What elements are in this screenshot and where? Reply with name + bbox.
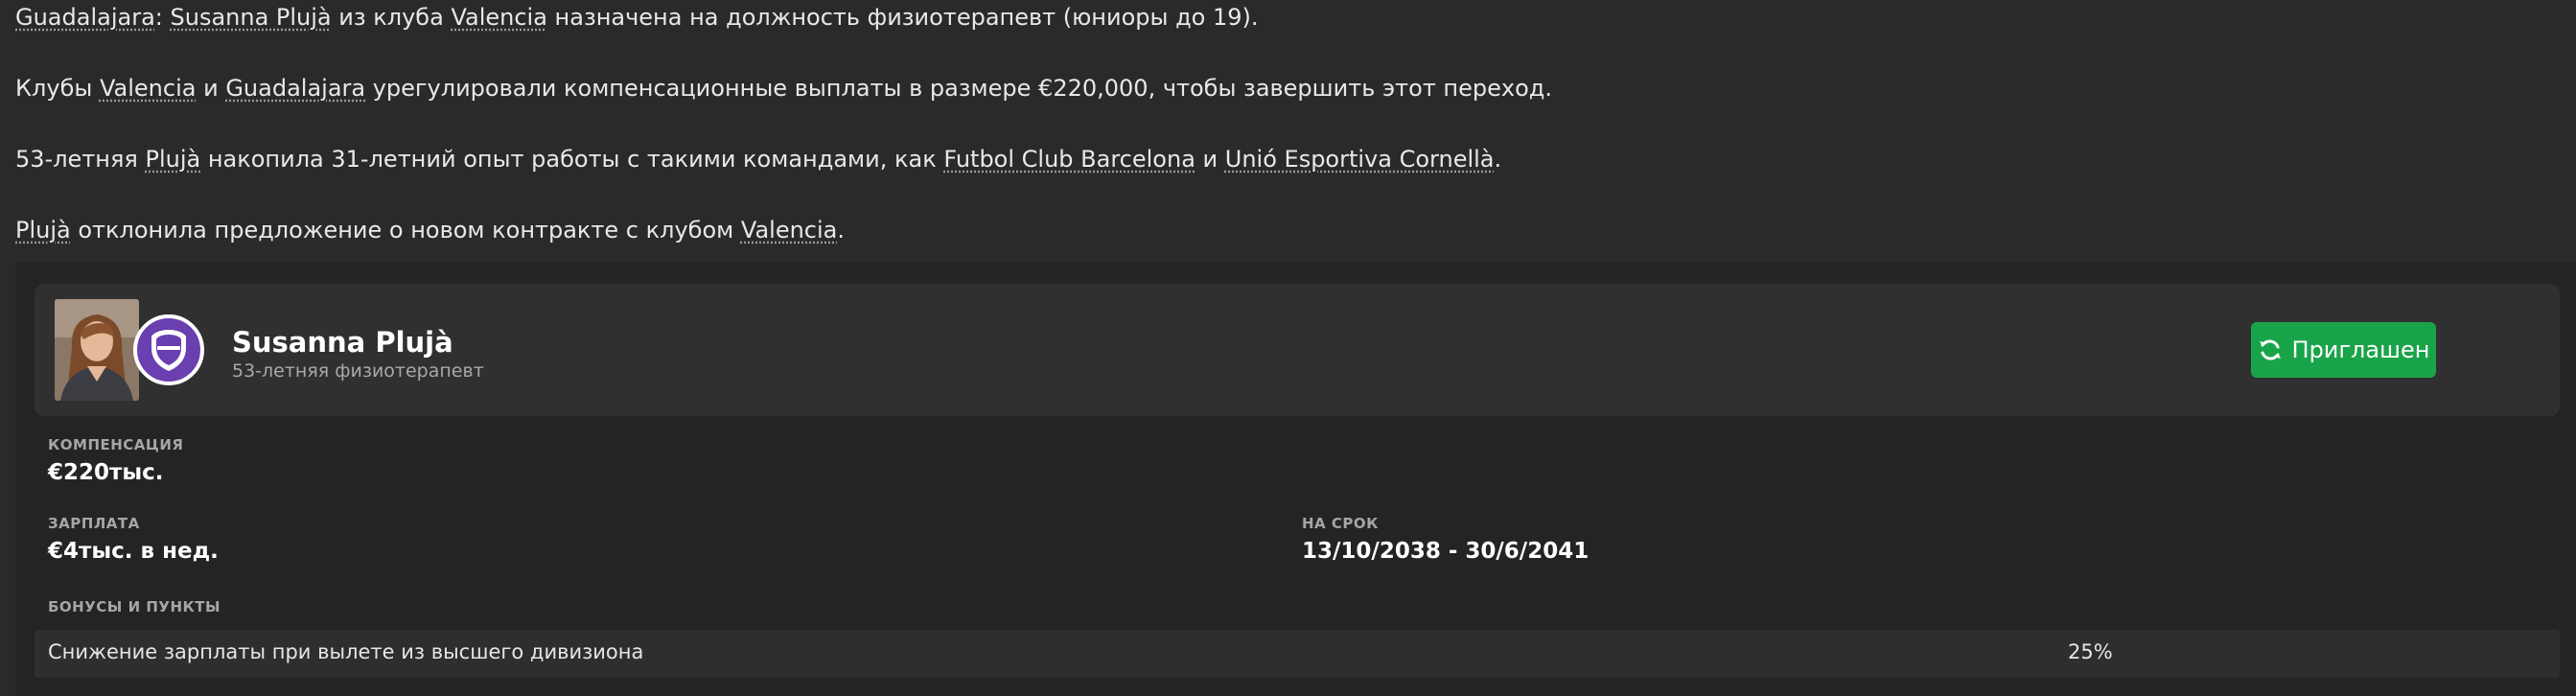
compensation-label: КОМПЕНСАЦИЯ [48, 436, 184, 453]
bonus-row: Снижение зарплаты при вылете из высшего … [35, 630, 2560, 678]
text: урегулировали компенсационные выплаты в … [365, 75, 1552, 102]
text: . [837, 217, 846, 244]
bonus-label: Снижение зарплаты при вылете из высшего … [48, 640, 644, 663]
news-line-compensation: Клубы Valencia и Guadalajara урегулирова… [15, 73, 1552, 104]
club-link-valencia[interactable]: Valencia [741, 217, 837, 244]
text: из клуба [331, 4, 452, 31]
text: и [1195, 146, 1225, 173]
text: и [196, 75, 226, 102]
club-link-guadalajara[interactable]: Guadalajara [225, 75, 365, 102]
term-label: НА СРОК [1302, 515, 1379, 532]
person-link-pluja[interactable]: Plujà [15, 217, 71, 244]
compensation-value: €220тыс. [48, 460, 164, 485]
wage-value: €4тыс. в нед. [48, 539, 219, 564]
staff-subtitle: 53-летняя физиотерапевт [232, 360, 484, 382]
club-link-valencia[interactable]: Valencia [100, 75, 196, 102]
text: . [1494, 146, 1502, 173]
staff-name[interactable]: Susanna Plujà [232, 326, 453, 359]
refresh-icon [2259, 339, 2281, 360]
person-link-pluja[interactable]: Plujà [145, 146, 200, 173]
club-shield-icon[interactable] [133, 314, 204, 385]
person-link-susanna-pluja[interactable]: Susanna Plujà [171, 4, 332, 31]
news-line-experience: 53-летняя Plujà накопила 31-летний опыт … [15, 144, 1501, 174]
bonuses-label: БОНУСЫ И ПУНКТЫ [48, 598, 221, 615]
text: назначена на должность физиотерапевт (юн… [546, 4, 1259, 31]
staff-card: Susanna Plujà 53-летняя физиотерапевт Пр… [35, 284, 2560, 416]
team-link-cornella[interactable]: Unió Esportiva Cornellà [1225, 146, 1495, 173]
club-link-valencia[interactable]: Valencia [451, 4, 546, 31]
bonus-value: 25% [2068, 640, 2113, 663]
text: 53-летняя [15, 146, 146, 173]
text: накопила 31-летний опыт работы с такими … [200, 146, 944, 173]
invited-label: Приглашен [2291, 336, 2430, 363]
text: : [154, 4, 171, 31]
text: Клубы [15, 75, 100, 102]
text: отклонила предложение о новом контракте … [70, 217, 741, 244]
shield-icon [151, 330, 186, 371]
news-line-rejected-contract: Plujà отклонила предложение о новом конт… [15, 215, 845, 245]
term-value: 13/10/2038 - 30/6/2041 [1302, 539, 1590, 564]
person-photo[interactable] [55, 299, 139, 401]
transfer-details-panel: Susanna Plujà 53-летняя физиотерапевт Пр… [15, 262, 2576, 696]
invited-status-button[interactable]: Приглашен [2251, 322, 2436, 378]
club-link-guadalajara[interactable]: Guadalajara [15, 4, 155, 31]
person-photo-icon [55, 299, 139, 401]
news-line-appointment: Guadalajara: Susanna Plujà из клуба Vale… [15, 2, 1259, 33]
team-link-barcelona[interactable]: Futbol Club Barcelona [943, 146, 1195, 173]
wage-label: ЗАРПЛАТА [48, 515, 140, 532]
